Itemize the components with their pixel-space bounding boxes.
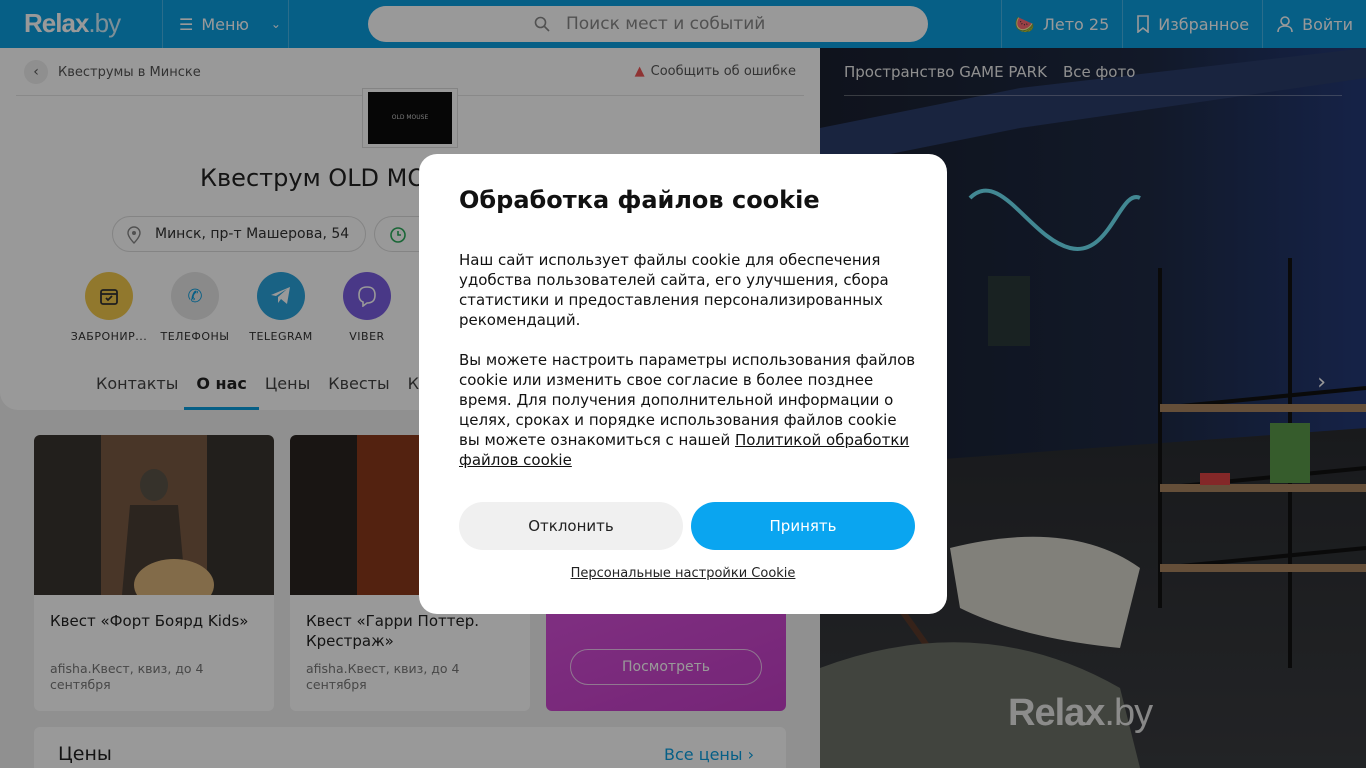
- personal-cookie-settings-link[interactable]: Персональные настройки Cookie: [419, 566, 947, 581]
- cookie-paragraph-1: Наш сайт использует файлы cookie для обе…: [459, 251, 889, 329]
- decline-button[interactable]: Отклонить: [459, 502, 683, 550]
- cookie-paragraph-2: Вы можете настроить параметры использова…: [459, 350, 919, 470]
- accept-button[interactable]: Принять: [691, 502, 915, 550]
- cookie-title: Обработка файлов cookie: [459, 186, 820, 214]
- cookie-dialog: Обработка файлов cookie Наш сайт использ…: [419, 154, 947, 614]
